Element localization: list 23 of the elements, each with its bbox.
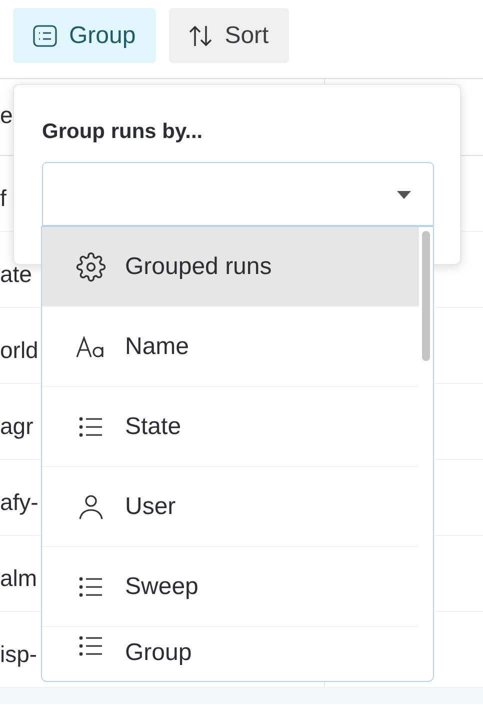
toolbar-button[interactable]: Sort [168, 8, 289, 63]
font-icon [76, 336, 106, 358]
popover-title: Group runs by... [42, 119, 203, 145]
column-header: e [0, 104, 13, 126]
settings-icon [76, 252, 106, 282]
table-cell: orld [0, 339, 38, 362]
list-icon [79, 635, 103, 657]
scrollbar-thumb[interactable] [422, 231, 430, 361]
caret-icon [397, 191, 411, 199]
dropdown-option[interactable]: Grouped runs [42, 227, 419, 307]
table-cell: alm [0, 567, 38, 590]
list-icon [33, 24, 57, 48]
table-cell: ate [0, 263, 32, 286]
sort-icon [188, 24, 213, 46]
table-cell: agr [0, 415, 34, 438]
toolbar-button[interactable]: Group [13, 8, 156, 63]
user-icon [78, 494, 104, 520]
group-select-field[interactable] [42, 162, 434, 226]
table-cell: f [0, 187, 6, 210]
list-icon [79, 576, 103, 598]
table-cell: isp- [0, 643, 38, 666]
table-cell: afy- [0, 491, 38, 514]
list-icon [79, 416, 103, 438]
